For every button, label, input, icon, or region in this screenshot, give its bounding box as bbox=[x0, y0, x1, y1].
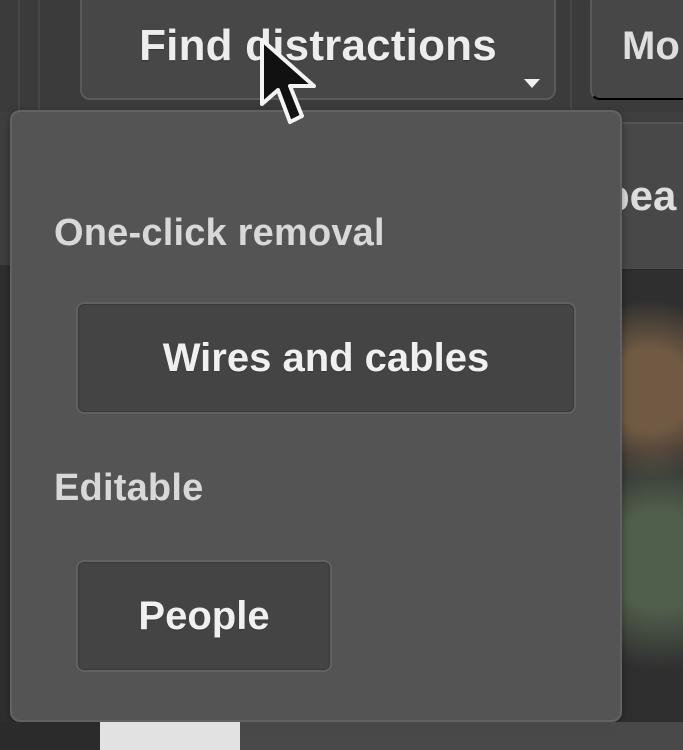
find-distractions-button[interactable]: Find distractions bbox=[80, 0, 556, 100]
background-image-edge bbox=[0, 722, 683, 750]
editable-title: Editable bbox=[54, 467, 204, 509]
side-strip-text: pea bbox=[620, 172, 677, 219]
more-button-label: Mo bbox=[622, 23, 680, 68]
chevron-down-icon bbox=[524, 79, 540, 88]
top-toolbar: Find distractions Mo bbox=[0, 0, 683, 112]
wires-and-cables-label: Wires and cables bbox=[162, 335, 490, 380]
find-distractions-label: Find distractions bbox=[139, 21, 497, 70]
wires-and-cables-button[interactable]: Wires and cables bbox=[76, 302, 576, 414]
side-panel-strip: pea bbox=[620, 122, 683, 271]
one-click-removal-title: One-click removal bbox=[54, 212, 385, 254]
more-button[interactable]: Mo bbox=[590, 0, 683, 100]
people-button[interactable]: People bbox=[76, 560, 332, 672]
people-label: People bbox=[138, 593, 270, 638]
toolbar-divider bbox=[38, 0, 40, 112]
screen-root: Find distractions Mo pea One-click remov… bbox=[0, 0, 683, 750]
toolbar-divider bbox=[570, 0, 572, 112]
toolbar-divider bbox=[18, 0, 20, 112]
find-distractions-menu: One-click removal Wires and cables Edita… bbox=[10, 110, 622, 722]
